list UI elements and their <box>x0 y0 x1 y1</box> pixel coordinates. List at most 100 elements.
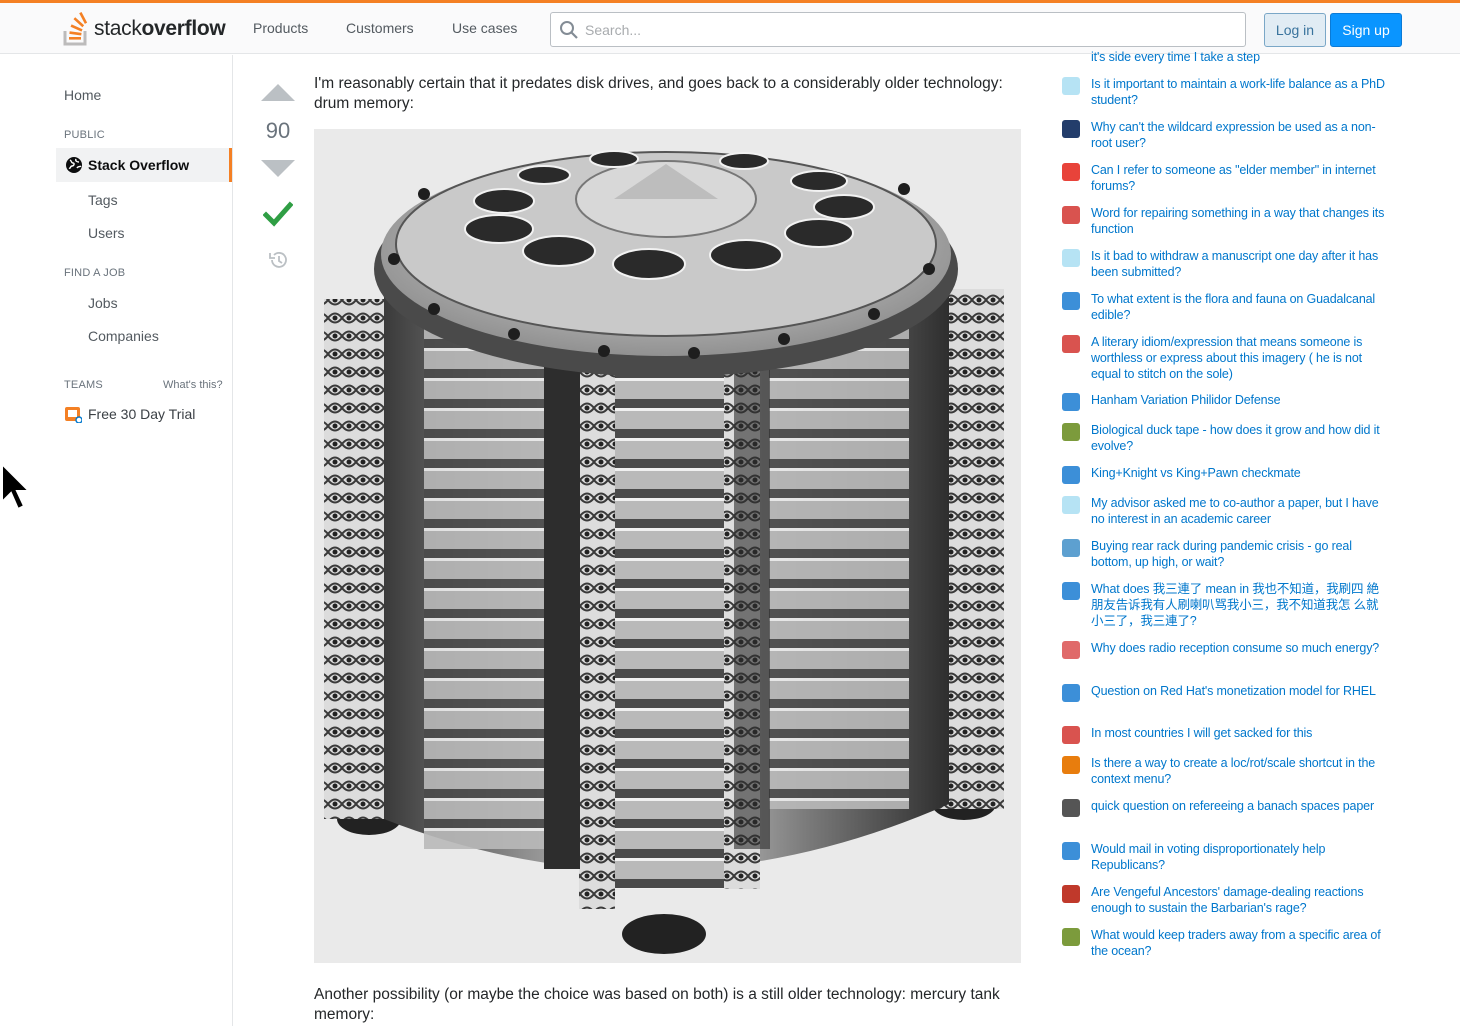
sidebar-item-jobs[interactable]: Jobs <box>88 295 118 311</box>
vote-count: 90 <box>265 118 291 143</box>
hnq-link[interactable]: Question on Red Hat's monetization model… <box>1091 683 1376 702</box>
chinese-icon <box>1062 582 1080 600</box>
hnq-link[interactable]: Is there a way to create a loc/rot/scale… <box>1091 755 1388 787</box>
free-trial-link[interactable]: Free 30 Day Trial <box>64 405 195 423</box>
sidebar-item-label: Stack Overflow <box>88 157 190 173</box>
hnq-item[interactable]: Why can't the wildcard expression be use… <box>1058 119 1388 151</box>
hnq-item[interactable]: Word for repairing something in a way th… <box>1058 205 1388 237</box>
answer-paragraph-2: Another possibility (or maybe the choice… <box>314 986 1000 1023</box>
login-button[interactable]: Log in <box>1264 13 1326 47</box>
sidebar-item-home[interactable]: Home <box>64 87 101 103</box>
hnq-item[interactable]: Buying rear rack during pandemic crisis … <box>1058 538 1388 570</box>
hnq-link[interactable]: Why does radio reception consume so much… <box>1091 640 1379 659</box>
hnq-item[interactable]: Is it important to maintain a work-life … <box>1058 76 1388 108</box>
sidebar-heading-teams: TEAMS <box>64 379 103 391</box>
mouse-cursor-icon <box>1 462 30 511</box>
hnq-link[interactable]: Is it important to maintain a work-life … <box>1091 76 1388 108</box>
sidebar-item-tags[interactable]: Tags <box>88 192 118 208</box>
answer-paragraph-1: I'm reasonably certain that it predates … <box>314 75 1003 112</box>
hnq-item[interactable]: To what extent is the flora and fauna on… <box>1058 291 1388 323</box>
hnq-link[interactable]: Why can't the wildcard expression be use… <box>1091 119 1388 151</box>
ell-icon <box>1062 206 1080 224</box>
nav-customers[interactable]: Customers <box>346 20 414 36</box>
unix-icon <box>1062 120 1080 138</box>
nav-use-cases[interactable]: Use cases <box>452 20 517 36</box>
english-icon <box>1062 163 1080 181</box>
sidebar-item-companies[interactable]: Companies <box>88 328 159 344</box>
hnq-link[interactable]: Word for repairing something in a way th… <box>1091 205 1388 237</box>
hnq-link[interactable]: What would keep traders away from a spec… <box>1091 927 1388 959</box>
hnq-item[interactable]: it's side every time I take a step <box>1058 49 1388 68</box>
hnq-item[interactable]: A literary idiom/expression that means s… <box>1058 334 1388 382</box>
whats-this-link[interactable]: What's this? <box>163 379 223 391</box>
academia-icon <box>1062 496 1080 514</box>
hnq-item[interactable]: Can I refer to someone as "elder member"… <box>1058 162 1388 194</box>
hnq-item[interactable]: My advisor asked me to co-author a paper… <box>1058 495 1388 527</box>
signup-button[interactable]: Sign up <box>1330 13 1402 47</box>
outdoors-icon <box>1062 292 1080 310</box>
hnq-link[interactable]: Is it bad to withdraw a manuscript one d… <box>1091 248 1388 280</box>
mathoverflow-icon <box>1062 799 1080 817</box>
electronics-icon <box>1062 641 1080 659</box>
teams-briefcase-icon <box>65 407 82 423</box>
hnq-link[interactable]: What does 我三連了 mean in 我也不知道，我刷四 絶朋友告诉我有… <box>1091 581 1388 629</box>
hnq-link[interactable]: quick question on refereeing a banach sp… <box>1091 798 1374 817</box>
sidebar-heading-public: PUBLIC <box>64 129 105 141</box>
hnq-link[interactable]: My advisor asked me to co-author a paper… <box>1091 495 1388 527</box>
sidebar-item-stack-overflow[interactable]: Stack Overflow <box>56 148 232 182</box>
bicycles-icon <box>1062 539 1080 557</box>
nav-products[interactable]: Products <box>253 20 308 36</box>
academia-icon <box>1062 77 1080 95</box>
top-bar: stackoverflow Products Customers Use cas… <box>0 0 1460 54</box>
hnq-link[interactable]: To what extent is the flora and fauna on… <box>1091 291 1388 323</box>
hnq-item[interactable]: Are Vengeful Ancestors' damage-dealing r… <box>1058 884 1388 916</box>
search-icon <box>560 21 578 39</box>
hnq-link[interactable]: King+Knight vs King+Pawn checkmate <box>1091 465 1301 484</box>
hnq-item[interactable]: Why does radio reception consume so much… <box>1058 640 1388 659</box>
chess-icon <box>1062 393 1080 411</box>
search-input[interactable] <box>585 19 1225 41</box>
hnq-item[interactable]: Hanham Variation Philidor Defense <box>1058 392 1388 411</box>
sidebar-item-users[interactable]: Users <box>88 225 125 241</box>
hnq-link[interactable]: Buying rear rack during pandemic crisis … <box>1091 538 1388 570</box>
history-icon[interactable] <box>267 249 289 271</box>
hnq-item[interactable]: King+Knight vs King+Pawn checkmate <box>1058 465 1388 484</box>
hnq-item[interactable]: quick question on refereeing a banach sp… <box>1058 798 1388 817</box>
logo-text: stackoverflow <box>94 17 226 40</box>
hnq-link[interactable]: Would mail in voting disproportionately … <box>1091 841 1388 873</box>
search-box[interactable] <box>550 12 1246 47</box>
opensource-icon <box>1062 684 1080 702</box>
drum-memory-photo <box>314 129 1021 963</box>
hnq-link[interactable]: it's side every time I take a step <box>1091 49 1260 68</box>
blender-icon <box>1062 756 1080 774</box>
hnq-link[interactable]: In most countries I will get sacked for … <box>1091 725 1312 744</box>
stackoverflow-logo[interactable]: stackoverflow <box>62 9 226 49</box>
hnq-link[interactable]: Biological duck tape - how does it grow … <box>1091 422 1388 454</box>
hnq-link[interactable]: Hanham Variation Philidor Defense <box>1091 392 1281 411</box>
workplace-icon <box>1062 726 1080 744</box>
chess-icon <box>1062 466 1080 484</box>
stack-logo-icon <box>62 11 92 46</box>
hnq-link[interactable]: Are Vengeful Ancestors' damage-dealing r… <box>1091 884 1388 916</box>
left-sidebar: Home PUBLIC Stack Overflow Tags Users FI… <box>0 55 233 1026</box>
hnq-item[interactable]: Biological duck tape - how does it grow … <box>1058 422 1388 454</box>
globe-icon <box>66 157 82 173</box>
worldbuilding-icon <box>1062 928 1080 946</box>
hnq-item[interactable]: Is it bad to withdraw a manuscript one d… <box>1058 248 1388 280</box>
hnq-item[interactable]: Question on Red Hat's monetization model… <box>1058 683 1388 702</box>
hnq-item[interactable]: What does 我三連了 mean in 我也不知道，我刷四 絶朋友告诉我有… <box>1058 581 1388 629</box>
sidebar-heading-find-job: FIND A JOB <box>64 267 126 279</box>
accepted-check-icon <box>263 201 293 227</box>
rpg-icon <box>1062 885 1080 903</box>
hnq-item[interactable]: Would mail in voting disproportionately … <box>1058 841 1388 873</box>
academia-icon <box>1062 249 1080 267</box>
free-trial-label: Free 30 Day Trial <box>88 406 196 422</box>
hnq-link[interactable]: Can I refer to someone as "elder member"… <box>1091 162 1388 194</box>
downvote-button[interactable] <box>261 160 295 177</box>
hnq-item[interactable]: What would keep traders away from a spec… <box>1058 927 1388 959</box>
upvote-button[interactable] <box>261 84 295 101</box>
hnq-item[interactable]: Is there a way to create a loc/rot/scale… <box>1058 755 1388 787</box>
politics-icon <box>1062 842 1080 860</box>
hnq-link[interactable]: A literary idiom/expression that means s… <box>1091 334 1388 382</box>
hnq-item[interactable]: In most countries I will get sacked for … <box>1058 725 1388 744</box>
